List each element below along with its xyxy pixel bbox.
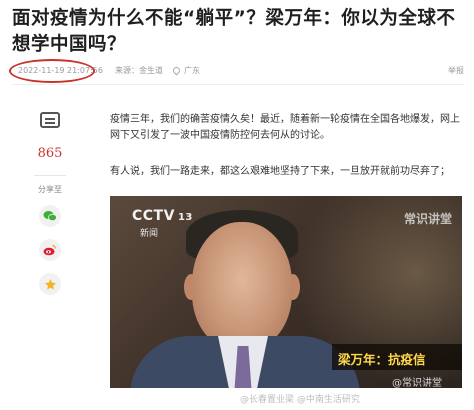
cctv-logo-text: CCTV [132, 208, 175, 224]
share-wechat-button[interactable] [39, 205, 61, 227]
cctv-logo: CCTV 13 [132, 208, 193, 224]
video-caption: 梁万年：抗疫信 [332, 344, 462, 370]
side-action-bar: 865 分享至 [28, 112, 72, 295]
location-text: 广东 [183, 65, 200, 75]
article-source[interactable]: 来源：金生道 [115, 65, 163, 76]
article-location: 广东 [171, 65, 200, 76]
article-paragraph: 有人说，我们一路走来，都这么艰难地坚持了下来，一旦放开就前功尽弃了； [110, 166, 450, 177]
video-watermark: 常识讲堂 [403, 212, 452, 226]
share-favorite-button[interactable] [39, 273, 61, 295]
article-title: 面对疫情为什么不能“躺平”？梁万年：你以为全球不想学中国吗？ [12, 8, 456, 55]
wechat-icon [43, 211, 57, 222]
video-frame[interactable]: CCTV 13 新闻 常识讲堂 梁万年：抗疫信 @常识讲堂 [110, 196, 462, 388]
publish-time: 2022-11-19 21:07:56 [9, 58, 109, 83]
side-divider [34, 175, 66, 176]
footer-watermark: @长春置业梁 @中南生活研究 [240, 395, 360, 405]
article-meta: 2022-11-19 21:07:56 来源：金生道 广东 举报 [9, 58, 464, 83]
weibo-icon [43, 244, 57, 256]
red-circle-annotation [9, 58, 95, 83]
location-pin-icon [171, 65, 182, 75]
share-weibo-button[interactable] [39, 239, 61, 261]
report-button[interactable]: 举报 [448, 65, 464, 76]
cctv-channel-name: 新闻 [140, 229, 159, 239]
speaker-face [192, 222, 292, 350]
cctv-channel-number: 13 [177, 212, 193, 223]
video-watermark-bottom: @常识讲堂 [392, 378, 442, 388]
share-label: 分享至 [38, 185, 62, 194]
header-divider [12, 84, 464, 85]
star-icon [44, 278, 56, 290]
comment-count[interactable]: 865 [38, 146, 63, 161]
article-paragraph: 疫情三年，我们的确苦疫情久矣！最近，随着新一轮疫情在全国各地爆发，网上网下又引发… [110, 114, 460, 141]
comment-icon[interactable] [40, 112, 60, 128]
